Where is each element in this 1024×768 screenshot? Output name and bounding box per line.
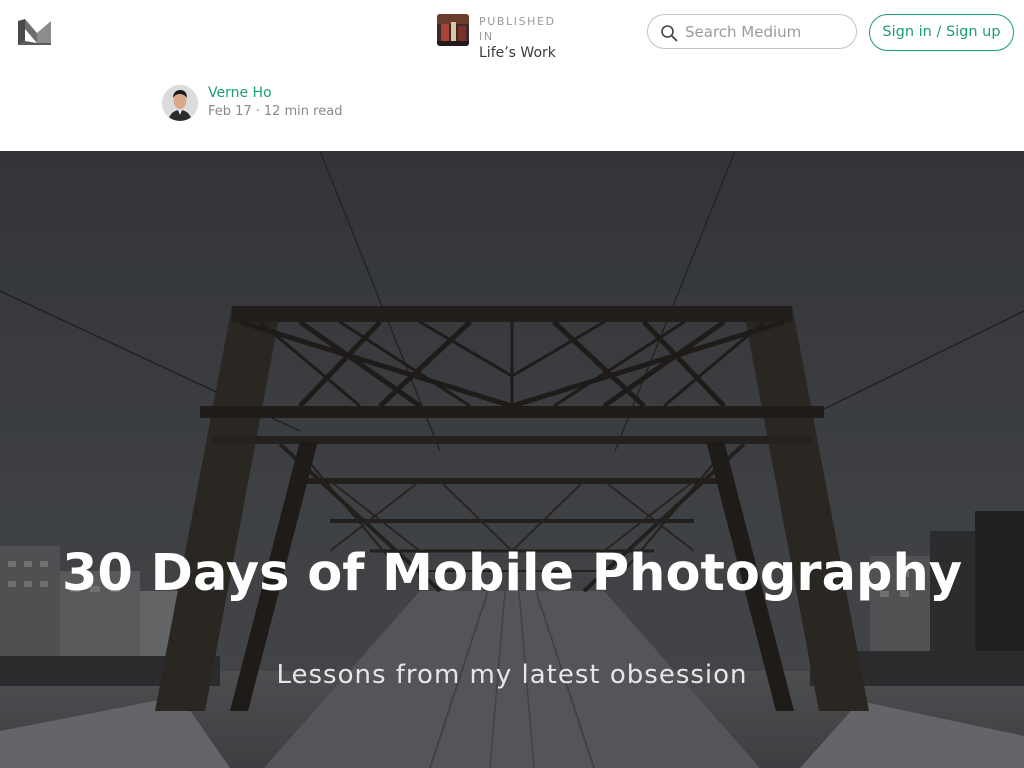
sign-in-button[interactable]: Sign in / Sign up — [869, 14, 1014, 51]
author-avatar[interactable] — [162, 85, 198, 121]
publication-thumbnail — [437, 14, 469, 46]
meta-separator: · — [255, 104, 260, 119]
author-name[interactable]: Verne Ho — [208, 85, 272, 101]
publication-name[interactable]: Life’s Work — [479, 45, 556, 61]
post-subtitle: Lessons from my latest obsession — [276, 660, 748, 690]
published-in-label: PUBLISHED IN — [479, 15, 556, 43]
search-box[interactable] — [647, 14, 857, 49]
hero-image: 30 Days of Mobile Photography Lessons fr… — [0, 151, 1024, 768]
search-input[interactable] — [685, 15, 845, 48]
read-time: 12 min read — [263, 104, 343, 119]
post-date: Feb 17 — [208, 104, 252, 119]
post-meta: Feb 17 · 12 min read — [208, 104, 342, 119]
medium-logo-icon[interactable] — [18, 19, 51, 45]
post-title: 30 Days of Mobile Photography — [61, 544, 963, 603]
search-icon[interactable] — [660, 24, 678, 42]
